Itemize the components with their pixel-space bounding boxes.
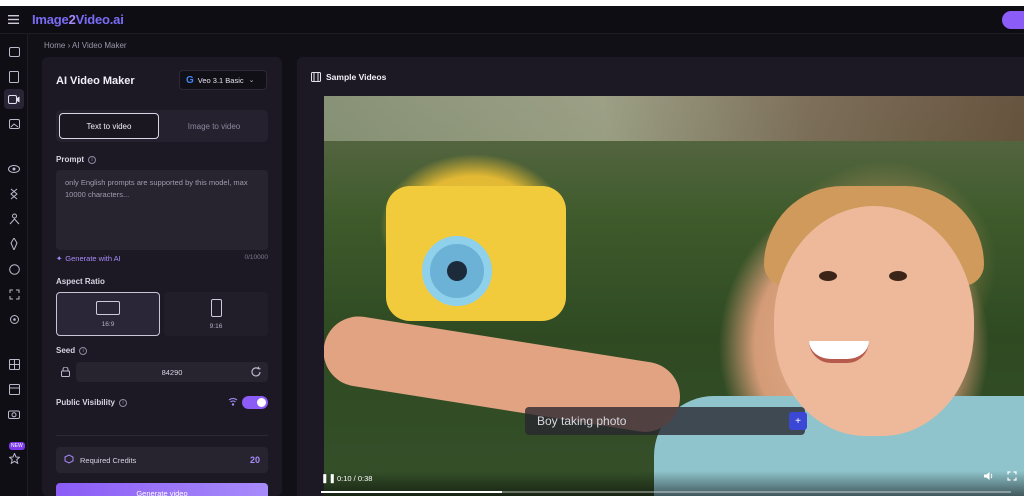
pen-icon[interactable]: [4, 234, 24, 254]
camera-icon[interactable]: [4, 404, 24, 424]
app-logo[interactable]: Image2Video.ai: [32, 12, 124, 27]
divider: [56, 435, 268, 436]
sparkle-icon: ✦: [56, 254, 63, 263]
fullscreen-icon[interactable]: [1007, 471, 1017, 481]
character-icon[interactable]: [4, 209, 24, 229]
model-name: Veo 3.1 Basic: [197, 75, 244, 85]
document-icon[interactable]: [4, 67, 24, 87]
seed-input[interactable]: 84290: [76, 362, 268, 382]
chevron-down-icon: ⌄: [248, 77, 255, 84]
account-button[interactable]: [1002, 11, 1024, 29]
video-icon[interactable]: [4, 89, 24, 109]
sample-videos-title: Sample Videos: [311, 72, 386, 82]
ratio-option-16-9[interactable]: 16:9: [56, 292, 160, 336]
star-icon[interactable]: [4, 448, 24, 468]
generate-video-button[interactable]: Generate video: [56, 483, 268, 496]
sample-video-player[interactable]: [324, 96, 1024, 496]
add-icon[interactable]: +: [789, 412, 807, 430]
scan-icon[interactable]: [4, 284, 24, 304]
google-icon: G: [186, 74, 194, 86]
prompt-input[interactable]: [65, 177, 259, 243]
landscape-icon: [96, 300, 120, 315]
visibility-label: Public Visibility i: [56, 398, 127, 407]
menu-icon[interactable]: [0, 6, 26, 34]
video-time: 0:10 / 0:38: [337, 474, 373, 483]
visibility-toggle[interactable]: [242, 396, 268, 409]
aspect-ratio-label: Aspect Ratio: [56, 277, 105, 286]
broadcast-icon: [228, 398, 238, 406]
generate-with-ai-button[interactable]: ✦ Generate with AI: [56, 254, 121, 263]
prompt-field-container: [56, 170, 268, 250]
prompt-label: Prompt i: [56, 155, 96, 164]
dance-icon[interactable]: [4, 184, 24, 204]
info-icon[interactable]: i: [118, 398, 127, 407]
eye-icon[interactable]: [4, 159, 24, 179]
generator-panel: AI Video Maker G Veo 3.1 Basic ⌄ Text to…: [42, 57, 282, 496]
page-title: AI Video Maker: [56, 75, 135, 87]
mode-tabs: Text to video Image to video: [56, 110, 268, 142]
film-icon: [311, 72, 321, 82]
template-icon[interactable]: [4, 379, 24, 399]
breadcrumb[interactable]: Home › AI Video Maker: [44, 41, 127, 50]
volume-icon[interactable]: [983, 471, 995, 481]
portrait-icon: [210, 298, 222, 317]
grid-icon[interactable]: [4, 354, 24, 374]
left-rail: NEW: [0, 34, 28, 496]
credits-value: 20: [249, 455, 260, 465]
effects-icon[interactable]: [4, 309, 24, 329]
app-window: Image2Video.ai NEW Home › AI Video Maker…: [0, 6, 1024, 496]
gallery-icon[interactable]: [4, 114, 24, 134]
image-icon[interactable]: [4, 42, 24, 62]
video-progress[interactable]: [321, 491, 1011, 493]
info-icon[interactable]: i: [88, 155, 96, 164]
model-select[interactable]: G Veo 3.1 Basic ⌄: [179, 70, 267, 90]
ratio-option-9-16[interactable]: 9:16: [164, 292, 268, 336]
sample-videos-panel: Sample Videos Boy taking photo + ❚❚ 0:10…: [297, 57, 1024, 496]
required-credits: Required Credits 20: [56, 447, 268, 473]
face-icon[interactable]: [4, 259, 24, 279]
coin-icon: [64, 454, 74, 466]
tab-image-to-video[interactable]: Image to video: [164, 113, 264, 139]
lock-icon[interactable]: [56, 363, 74, 381]
top-bar: Image2Video.ai: [0, 6, 1024, 34]
char-count: 0/10000: [244, 254, 269, 261]
video-caption: Boy taking photo: [525, 407, 805, 435]
tab-text-to-video[interactable]: Text to video: [59, 113, 159, 139]
pause-icon[interactable]: ❚❚: [321, 473, 336, 484]
info-icon[interactable]: i: [79, 346, 88, 355]
refresh-icon[interactable]: [250, 366, 262, 378]
seed-label: Seed i: [56, 346, 88, 355]
